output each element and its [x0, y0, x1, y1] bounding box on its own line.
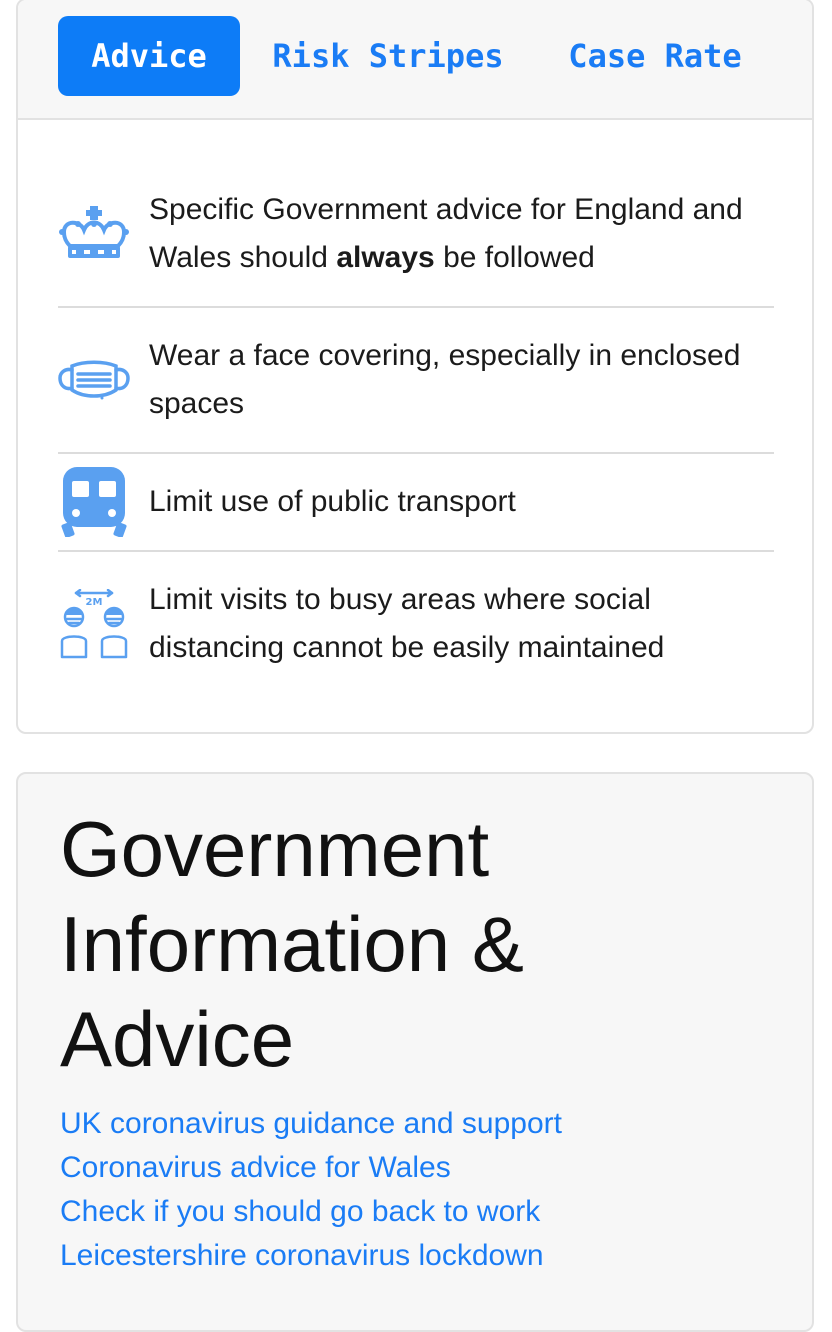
link-back-to-work[interactable]: Check if you should go back to work: [60, 1190, 562, 1234]
advice-card: Advice Risk Stripes Case Rate Specific G…: [16, 0, 814, 734]
advice-text-government: Specific Government advice for England a…: [149, 193, 743, 274]
advice-text-busy-areas: Limit visits to busy areas where social …: [149, 583, 665, 664]
link-uk-guidance[interactable]: UK coronavirus guidance and support: [60, 1102, 562, 1146]
advice-text-public-transport: Limit use of public transport: [149, 485, 516, 518]
link-leicestershire-lockdown[interactable]: Leicestershire coronavirus lockdown: [60, 1234, 562, 1278]
social-distancing-icon: 2M: [58, 589, 130, 659]
tab-bar: Advice Risk Stripes Case Rate: [18, 0, 812, 120]
face-mask-icon: [58, 358, 130, 402]
government-info-card: Government Information & Advice UK coron…: [16, 772, 814, 1332]
crown-icon: [58, 206, 130, 262]
advice-item-face-covering: Wear a face covering, especially in encl…: [58, 306, 774, 452]
social-distancing-label: 2M: [86, 597, 103, 608]
info-links: UK coronavirus guidance and support Coro…: [60, 1102, 562, 1278]
train-icon: [58, 467, 130, 537]
tab-advice[interactable]: Advice: [58, 16, 240, 96]
advice-list: Specific Government advice for England a…: [58, 162, 774, 696]
info-title: Government Information & Advice: [60, 805, 524, 1083]
link-wales-advice[interactable]: Coronavirus advice for Wales: [60, 1146, 562, 1190]
advice-text-face-covering: Wear a face covering, especially in encl…: [149, 339, 741, 420]
tab-risk-stripes[interactable]: Risk Stripes: [258, 16, 518, 96]
advice-item-public-transport: Limit use of public transport: [58, 452, 774, 550]
advice-item-busy-areas: 2M Limit visits to busy areas where soci…: [58, 550, 774, 696]
tab-case-rate[interactable]: Case Rate: [548, 16, 762, 96]
advice-item-government: Specific Government advice for England a…: [58, 162, 774, 306]
